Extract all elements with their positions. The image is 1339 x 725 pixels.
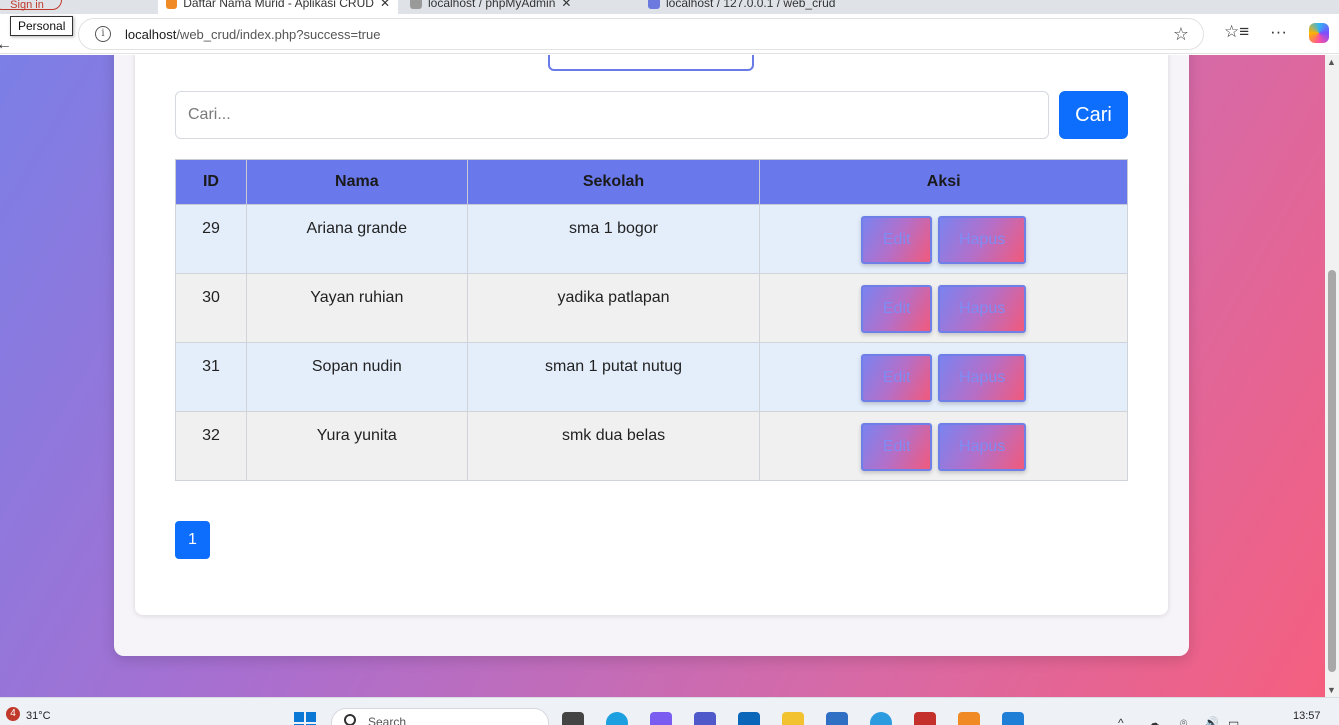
back-arrow-icon[interactable]: ← bbox=[0, 36, 12, 54]
delete-button[interactable]: Hapus bbox=[938, 423, 1027, 471]
close-tab-icon[interactable]: ✕ bbox=[380, 0, 390, 10]
copilot-app-icon[interactable] bbox=[650, 712, 672, 725]
browser-tab-strip: Sign in Daftar Nama Murid - Aplikasi CRU… bbox=[0, 0, 1339, 14]
tray-cloud-icon[interactable]: ☁ bbox=[1148, 716, 1160, 725]
edit-button[interactable]: Edit bbox=[861, 285, 933, 333]
taskbar-search-placeholder: Search bbox=[368, 715, 407, 725]
phpmyadmin-icon bbox=[648, 0, 660, 9]
windows-start-icon[interactable] bbox=[294, 712, 316, 725]
xampp-taskbar-icon[interactable] bbox=[958, 712, 980, 725]
edit-button[interactable]: Edit bbox=[861, 354, 933, 402]
cell-sekolah: sman 1 putat nutug bbox=[466, 342, 761, 412]
cell-nama: Ariana grande bbox=[245, 204, 468, 274]
url-bar[interactable]: i localhost/web_crud/index.php?success=t… bbox=[78, 18, 1204, 50]
store-icon[interactable] bbox=[738, 712, 760, 725]
tray-network-icon[interactable]: ⌾ bbox=[1180, 716, 1187, 725]
favorite-star-icon[interactable]: ☆ bbox=[1173, 24, 1189, 45]
sign-in-label: Sign in bbox=[10, 0, 44, 11]
cell-id: 29 bbox=[175, 204, 247, 274]
vscode-icon[interactable] bbox=[1002, 712, 1024, 725]
outer-container: Cari ID Nama Sekolah Aksi 29 Ariana gran… bbox=[114, 55, 1189, 656]
cell-sekolah: yadika patlapan bbox=[466, 273, 761, 343]
task-view-icon[interactable] bbox=[562, 712, 584, 725]
students-table: ID Nama Sekolah Aksi 29 Ariana grande sm… bbox=[175, 159, 1128, 481]
page-scrollbar[interactable]: ▲ ▼ bbox=[1325, 55, 1339, 697]
teams-icon[interactable] bbox=[694, 712, 716, 725]
cell-aksi: Edit Hapus bbox=[759, 411, 1128, 481]
delete-button[interactable]: Hapus bbox=[938, 354, 1027, 402]
address-bar-row: ← i localhost/web_crud/index.php?success… bbox=[0, 14, 1339, 54]
more-options-icon[interactable]: ··· bbox=[1270, 22, 1287, 42]
tab-title: localhost / 127.0.0.1 / web_crud bbox=[666, 0, 836, 10]
site-info-icon[interactable]: i bbox=[95, 26, 111, 42]
table-row: 29 Ariana grande sma 1 bogor Edit Hapus bbox=[175, 204, 1128, 274]
cell-aksi: Edit Hapus bbox=[759, 273, 1128, 343]
edge-dev-icon[interactable] bbox=[870, 712, 892, 725]
edit-button[interactable]: Edit bbox=[861, 216, 933, 264]
cell-nama: Yayan ruhian bbox=[245, 273, 468, 343]
column-header-aksi: Aksi bbox=[759, 159, 1128, 205]
xampp-icon bbox=[166, 0, 178, 9]
gmail-icon[interactable] bbox=[914, 712, 936, 725]
cell-aksi: Edit Hapus bbox=[759, 342, 1128, 412]
tab-daftar-murid[interactable]: Daftar Nama Murid - Aplikasi CRUD ✕ bbox=[158, 0, 398, 14]
taskbar-search-box[interactable]: Search bbox=[331, 708, 549, 725]
pagination-page-1[interactable]: 1 bbox=[175, 521, 210, 559]
scrollbar-thumb[interactable] bbox=[1328, 270, 1336, 672]
column-header-nama: Nama bbox=[245, 159, 468, 205]
tab-phpmyadmin[interactable]: localhost / phpMyAdmin ✕ bbox=[402, 0, 632, 14]
cell-id: 31 bbox=[175, 342, 247, 412]
cell-id: 30 bbox=[175, 273, 247, 343]
search-icon bbox=[344, 714, 356, 725]
table-row: 32 Yura yunita smk dua belas Edit Hapus bbox=[175, 411, 1128, 481]
content-card: Cari ID Nama Sekolah Aksi 29 Ariana gran… bbox=[135, 55, 1168, 615]
scroll-up-arrow-icon[interactable]: ▲ bbox=[1327, 57, 1336, 67]
tab-title: Daftar Nama Murid - Aplikasi CRUD bbox=[183, 0, 374, 10]
cell-aksi: Edit Hapus bbox=[759, 204, 1128, 274]
cell-nama: Yura yunita bbox=[245, 411, 468, 481]
weather-temperature[interactable]: 31°C bbox=[26, 710, 51, 722]
copilot-icon[interactable] bbox=[1309, 23, 1329, 43]
cell-sekolah: sma 1 bogor bbox=[466, 204, 761, 274]
search-input[interactable] bbox=[175, 91, 1049, 139]
file-explorer-icon[interactable] bbox=[782, 712, 804, 725]
windows-taskbar: 4 31°C Search ^ ☁ ⌾ 🔊 ▭ 13:57 bbox=[0, 697, 1339, 725]
url-text[interactable]: localhost/web_crud/index.php?success=tru… bbox=[125, 27, 380, 42]
scroll-down-arrow-icon[interactable]: ▼ bbox=[1327, 685, 1336, 695]
tray-chevron-icon[interactable]: ^ bbox=[1118, 716, 1124, 725]
notification-badge: 4 bbox=[6, 707, 20, 721]
close-tab-icon[interactable]: ✕ bbox=[561, 0, 571, 10]
tab-title: localhost / phpMyAdmin bbox=[428, 0, 556, 10]
search-button[interactable]: Cari bbox=[1059, 91, 1128, 139]
phpmyadmin-icon bbox=[410, 0, 422, 9]
clock-time[interactable]: 13:57 bbox=[1293, 710, 1321, 722]
cell-nama: Sopan nudin bbox=[245, 342, 468, 412]
tray-battery-icon[interactable]: ▭ bbox=[1228, 716, 1239, 725]
table-header-row: ID Nama Sekolah Aksi bbox=[175, 159, 1128, 205]
delete-button[interactable]: Hapus bbox=[938, 216, 1027, 264]
cell-id: 32 bbox=[175, 411, 247, 481]
edge-browser-icon[interactable] bbox=[606, 712, 628, 725]
column-header-id: ID bbox=[175, 159, 247, 205]
favorites-icon[interactable]: ☆≡ bbox=[1224, 22, 1249, 42]
edit-button[interactable]: Edit bbox=[861, 423, 933, 471]
sign-in-button[interactable]: Sign in bbox=[0, 0, 62, 11]
mysql-workbench-icon[interactable] bbox=[826, 712, 848, 725]
page-viewport: Cari ID Nama Sekolah Aksi 29 Ariana gran… bbox=[0, 55, 1325, 697]
table-row: 30 Yayan ruhian yadika patlapan Edit Hapu… bbox=[175, 273, 1128, 343]
tray-volume-icon[interactable]: 🔊 bbox=[1204, 716, 1219, 725]
column-header-sekolah: Sekolah bbox=[466, 159, 761, 205]
delete-button[interactable]: Hapus bbox=[938, 285, 1027, 333]
add-data-button[interactable] bbox=[548, 55, 754, 71]
tab-web-crud-db[interactable]: localhost / 127.0.0.1 / web_crud bbox=[640, 0, 880, 14]
cell-sekolah: smk dua belas bbox=[466, 411, 761, 481]
table-row: 31 Sopan nudin sman 1 putat nutug Edit Ha… bbox=[175, 342, 1128, 412]
profile-tooltip: Personal bbox=[10, 16, 74, 36]
